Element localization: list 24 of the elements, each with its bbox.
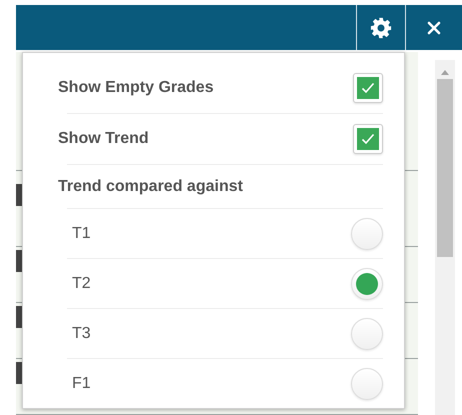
option-label: Show Empty Grades: [58, 79, 214, 97]
scrollbar[interactable]: [435, 60, 455, 415]
scroll-thumb[interactable]: [437, 79, 453, 257]
check-icon: [361, 82, 375, 94]
section-heading: Trend compared against: [58, 176, 244, 196]
radio-button[interactable]: [351, 268, 383, 300]
choice-label: T1: [72, 224, 91, 242]
settings-icon: [370, 16, 392, 38]
row-marker: [16, 306, 22, 328]
row-marker: [16, 184, 22, 206]
close-icon: [427, 20, 441, 34]
checkbox[interactable]: [353, 124, 383, 154]
option-label: Show Trend: [58, 130, 149, 148]
row-marker: [16, 250, 22, 272]
radio-button[interactable]: [351, 218, 383, 250]
check-icon: [361, 133, 375, 145]
row-marker: [16, 362, 22, 384]
choice-label: T3: [72, 324, 91, 342]
scroll-up-icon[interactable]: [441, 70, 449, 75]
radio-button[interactable]: [351, 368, 383, 400]
choice-label: F1: [72, 374, 91, 392]
checkbox[interactable]: [353, 73, 383, 103]
radio-button[interactable]: [351, 318, 383, 350]
choice-label: T2: [72, 274, 91, 292]
